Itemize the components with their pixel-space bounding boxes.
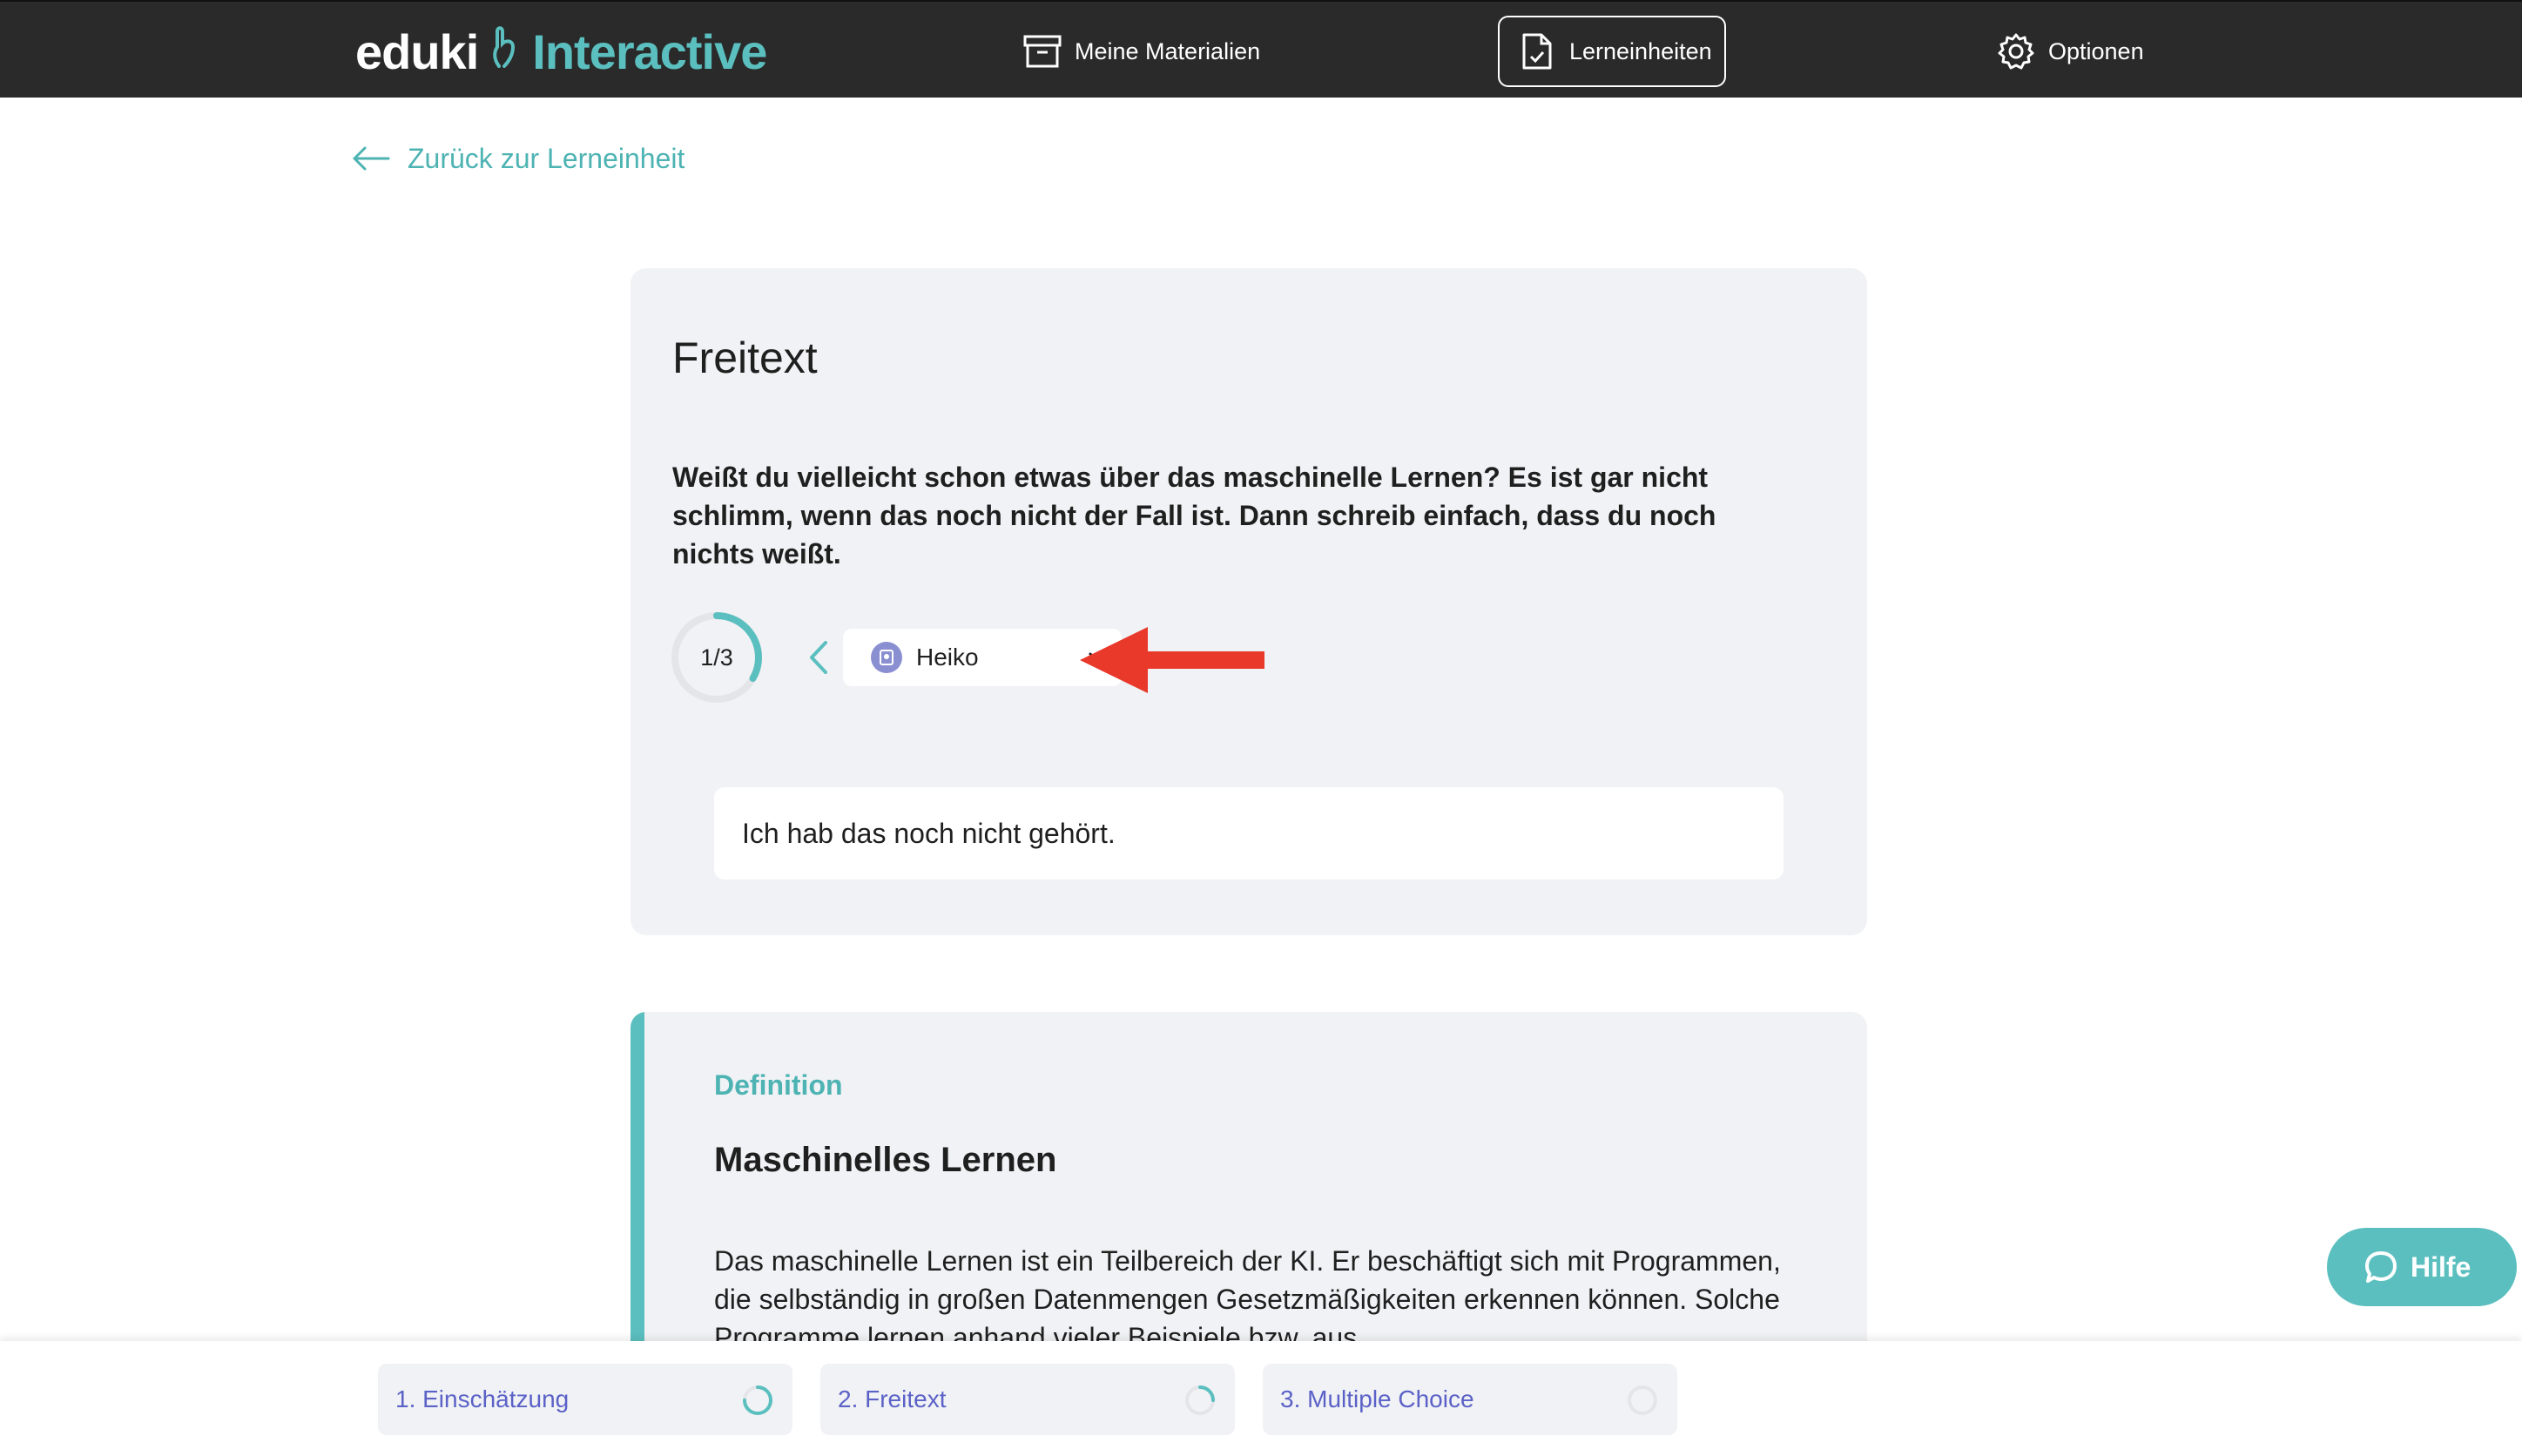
step-progress-icon bbox=[1628, 1385, 1657, 1415]
nav-label: Meine Materialien bbox=[1075, 37, 1261, 64]
task-question: Weißt du vielleicht schon etwas über das… bbox=[672, 462, 1716, 570]
step-einschaetzung[interactable]: 1. Einschätzung bbox=[378, 1364, 792, 1435]
archive-box-icon bbox=[1022, 31, 1062, 71]
definition-card: Definition Maschinelles Lernen Das masch… bbox=[630, 1012, 1867, 1378]
answer-progress-label: 1/3 bbox=[700, 644, 733, 671]
step-label: 2. Freitext bbox=[838, 1385, 947, 1412]
gear-icon bbox=[1996, 31, 2036, 71]
definition-body: Das maschinelle Lernen ist ein Teilberei… bbox=[714, 1245, 1781, 1353]
document-check-icon bbox=[1517, 31, 1557, 71]
student-answer: Ich hab das noch nicht gehört. bbox=[714, 787, 1784, 880]
logo-hand-icon bbox=[490, 24, 520, 78]
step-label: 3. Multiple Choice bbox=[1280, 1385, 1474, 1412]
nav-label: Lerneinheiten bbox=[1569, 37, 1712, 64]
step-progress-icon bbox=[743, 1385, 772, 1415]
back-to-learning-unit-link[interactable]: Zurück zur Lerneinheit bbox=[352, 139, 684, 178]
definition-accent-bar bbox=[630, 1012, 644, 1378]
help-label: Hilfe bbox=[2411, 1250, 2471, 1283]
task-card: Freitext Weißt du vielleicht schon etwas… bbox=[630, 268, 1867, 935]
nav-optionen[interactable]: Optionen bbox=[1996, 16, 2144, 87]
eduki-interactive-logo[interactable]: eduki Interactive bbox=[355, 21, 767, 82]
nav-lerneinheiten[interactable]: Lerneinheiten bbox=[1498, 16, 1726, 87]
help-button[interactable]: Hilfe bbox=[2327, 1228, 2517, 1306]
step-progress-icon bbox=[1185, 1385, 1215, 1415]
definition-title: Maschinelles Lernen bbox=[714, 1141, 1057, 1179]
student-avatar-icon bbox=[871, 642, 902, 673]
back-link-label: Zurück zur Lerneinheit bbox=[408, 142, 685, 174]
step-label: 1. Einschätzung bbox=[395, 1385, 570, 1412]
selected-student-name: Heiko bbox=[916, 644, 979, 671]
logo-product: Interactive bbox=[532, 24, 767, 79]
annotation-arrow-icon bbox=[1080, 627, 1264, 693]
nav-meine-materialien[interactable]: Meine Materialien bbox=[1022, 16, 1260, 87]
definition-label: Definition bbox=[714, 1069, 843, 1101]
task-title: Freitext bbox=[672, 334, 818, 382]
nav-label: Optionen bbox=[2048, 37, 2144, 64]
top-navigation: eduki Interactive Meine Materialien Lern… bbox=[0, 0, 2522, 98]
chat-bubble-icon bbox=[2365, 1251, 2397, 1283]
step-multiple-choice[interactable]: 3. Multiple Choice bbox=[1263, 1364, 1677, 1435]
arrow-left-icon bbox=[353, 146, 390, 171]
step-freitext[interactable]: 2. Freitext bbox=[820, 1364, 1235, 1435]
previous-student-button[interactable] bbox=[801, 637, 836, 677]
step-navigation-bar: 1. Einschätzung 2. Freitext 3. Multiple … bbox=[0, 1341, 2522, 1456]
logo-brand: eduki bbox=[355, 24, 479, 79]
